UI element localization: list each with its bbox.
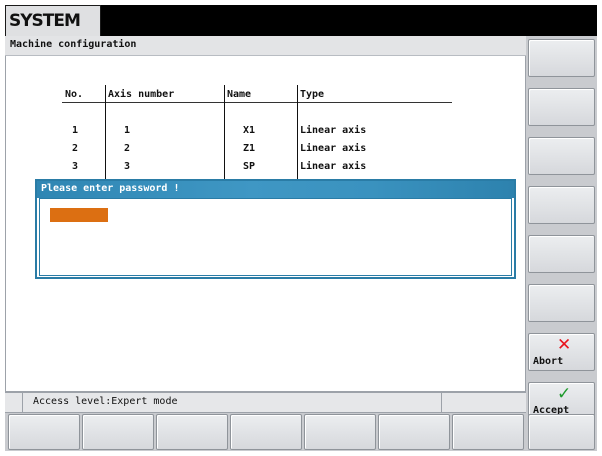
status-bar-field (442, 392, 526, 412)
vertical-softkey-5[interactable] (528, 235, 595, 273)
horizontal-softkey-6[interactable] (378, 414, 450, 450)
table-cell-axis-number: 2 (124, 143, 131, 154)
vertical-softkey-2[interactable] (528, 88, 595, 126)
vertical-softkey-4[interactable] (528, 186, 595, 224)
password-dialog-body (39, 198, 512, 276)
table-cell-type: Linear axis (300, 143, 367, 154)
table-cell-type: Linear axis (300, 125, 367, 136)
table-cell-no: 2 (72, 143, 79, 154)
table-cell-axis-number: 1 (124, 125, 131, 136)
table-cell-no: 3 (72, 161, 79, 172)
table-cell-axis-number: 3 (124, 161, 131, 172)
table-cell-name: Z1 (243, 143, 256, 154)
horizontal-softkey-8[interactable] (528, 414, 595, 450)
horizontal-softkey-3[interactable] (156, 414, 228, 450)
abort-button-label: Abort (533, 356, 564, 367)
column-divider (297, 85, 298, 180)
table-header-divider (62, 102, 452, 103)
abort-button[interactable]: ✕ Abort (528, 333, 595, 371)
area-tab-system: SYSTEM (5, 5, 101, 36)
password-dialog-title: Please enter password ! (37, 181, 514, 198)
column-header-axis-number: Axis number (108, 89, 175, 100)
table-cell-name: SP (243, 161, 256, 172)
column-divider (105, 85, 106, 180)
column-divider (224, 85, 225, 180)
horizontal-softkey-4[interactable] (230, 414, 302, 450)
access-level-status: Access level:Expert mode (22, 392, 442, 412)
password-input[interactable] (50, 208, 108, 222)
table-cell-type: Linear axis (300, 161, 367, 172)
column-header-name: Name (227, 89, 252, 100)
column-header-no: No. (65, 89, 84, 100)
vertical-softkey-6[interactable] (528, 284, 595, 322)
horizontal-softkey-5[interactable] (304, 414, 376, 450)
column-header-type: Type (300, 89, 325, 100)
x-mark-icon: ✕ (557, 335, 572, 355)
vertical-softkey-1[interactable] (528, 39, 595, 77)
table-cell-no: 1 (72, 125, 79, 136)
horizontal-softkey-1[interactable] (8, 414, 80, 450)
panel-title: Machine configuration (5, 36, 526, 56)
check-mark-icon: ✓ (557, 384, 572, 404)
header-bar (101, 5, 597, 36)
table-cell-name: X1 (243, 125, 256, 136)
vertical-softkey-3[interactable] (528, 137, 595, 175)
horizontal-softkey-7[interactable] (452, 414, 524, 450)
horizontal-softkey-2[interactable] (82, 414, 154, 450)
